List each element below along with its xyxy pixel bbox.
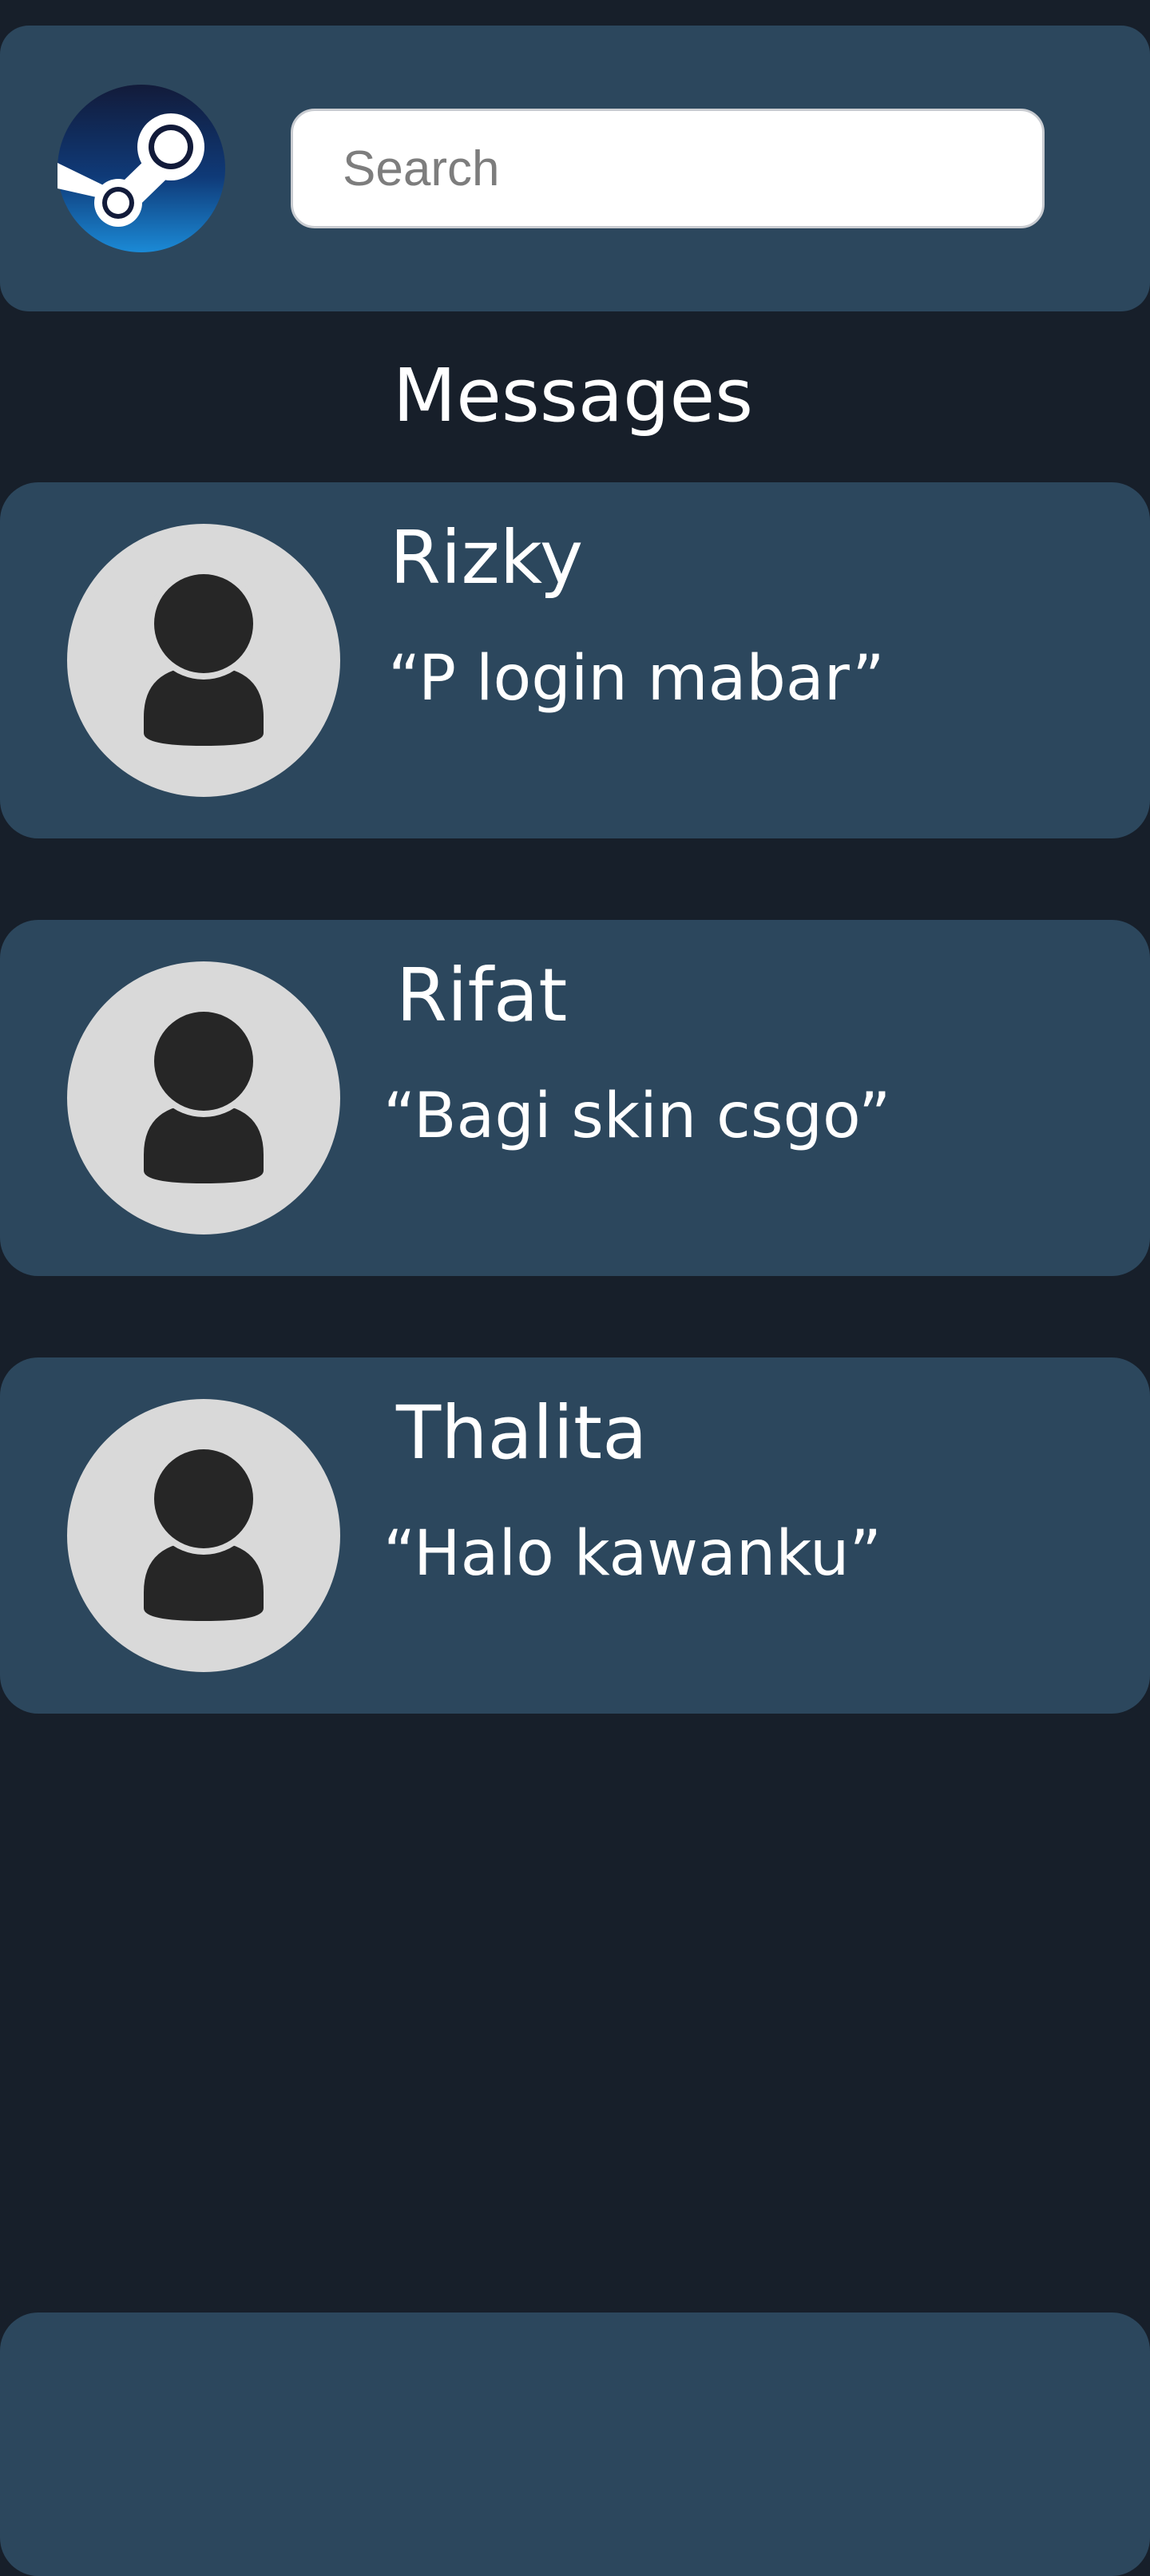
- person-icon: [67, 524, 340, 797]
- message-preview: “Halo kawanku”: [383, 1518, 882, 1590]
- bottom-navigation-bar: [0, 2312, 1150, 2576]
- conversation-card-rifat[interactable]: Rifat “Bagi skin csgo”: [0, 920, 1150, 1276]
- person-icon: [67, 1399, 340, 1672]
- person-icon: [67, 961, 340, 1234]
- contact-name: Rizky: [390, 515, 584, 600]
- message-preview: “P login mabar”: [388, 643, 885, 715]
- message-preview: “Bagi skin csgo”: [383, 1080, 891, 1152]
- header-bar: [0, 26, 1150, 311]
- search-input[interactable]: [291, 109, 1045, 228]
- steam-logo-icon[interactable]: [58, 85, 225, 252]
- contact-name: Thalita: [396, 1390, 648, 1476]
- page-title: Messages: [392, 353, 754, 438]
- conversation-card-rizky[interactable]: Rizky “P login mabar”: [0, 482, 1150, 838]
- contact-name: Rifat: [396, 953, 568, 1038]
- conversation-card-thalita[interactable]: Thalita “Halo kawanku”: [0, 1357, 1150, 1714]
